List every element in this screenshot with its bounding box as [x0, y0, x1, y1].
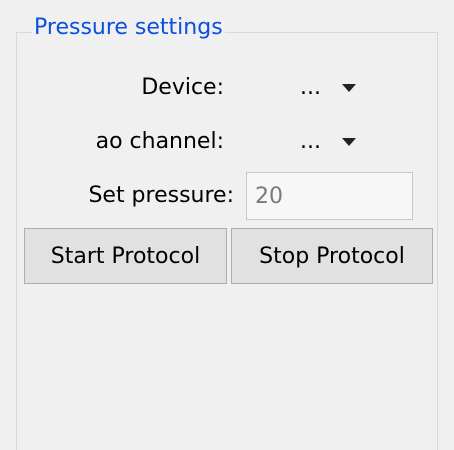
pressure-input[interactable] — [246, 172, 413, 220]
ao-channel-value: ... — [300, 129, 321, 154]
ao-channel-dropdown[interactable]: ... — [240, 126, 368, 160]
device-label: Device: — [141, 75, 224, 100]
start-protocol-button[interactable]: Start Protocol — [24, 228, 227, 284]
stop-protocol-button[interactable]: Stop Protocol — [231, 228, 433, 284]
set-pressure-label: Set pressure: — [88, 183, 234, 208]
chevron-down-icon — [342, 138, 356, 146]
ao-channel-label: ao channel: — [95, 129, 224, 154]
device-value: ... — [300, 75, 321, 100]
chevron-down-icon — [342, 84, 356, 92]
group-title: Pressure settings — [32, 14, 225, 42]
device-dropdown[interactable]: ... — [240, 72, 368, 106]
